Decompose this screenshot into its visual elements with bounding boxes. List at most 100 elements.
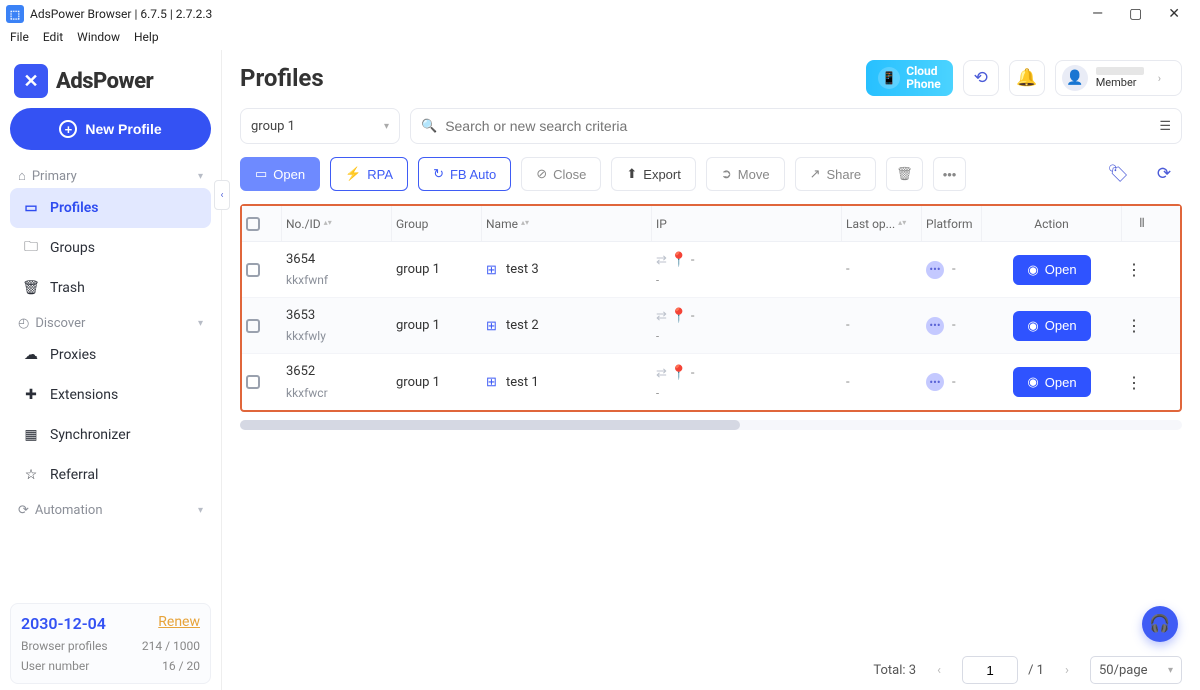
sidebar-item-profiles[interactable]: ▭ Profiles	[10, 188, 211, 228]
section-automation[interactable]: ⟳ Automation ▾	[10, 495, 211, 522]
transfer-icon: ⇄	[656, 366, 667, 381]
menu-window[interactable]: Window	[77, 30, 120, 44]
plus-icon: +	[59, 120, 77, 138]
sidebar-item-extensions[interactable]: ✚ Extensions	[10, 375, 211, 415]
upload-icon: ⬆	[626, 166, 637, 182]
sidebar-item-trash[interactable]: 🗑 Trash	[10, 268, 211, 308]
member-label: Member	[1096, 77, 1144, 89]
transfer-icon: ⇄	[656, 253, 667, 268]
select-all-checkbox[interactable]	[246, 217, 260, 231]
close-icon: ⊘	[536, 166, 547, 182]
play-icon: ◉	[1027, 374, 1038, 390]
row-checkbox[interactable]	[246, 319, 260, 333]
section-primary[interactable]: ⌂ Primary ▾	[10, 160, 211, 188]
sidebar-item-referral[interactable]: ☆ Referral	[10, 455, 211, 495]
home-icon: ⌂	[18, 168, 26, 184]
sidebar-item-proxies[interactable]: ☁ Proxies	[10, 335, 211, 375]
sidebar-item-synchronizer[interactable]: ▦ Synchronizer	[10, 415, 211, 455]
menu-help[interactable]: Help	[134, 30, 159, 44]
delete-button[interactable]: 🗑	[886, 157, 923, 191]
search-icon: 🔍	[421, 119, 437, 134]
refresh-button[interactable]: ⟲	[963, 60, 999, 96]
windows-icon: ⊞	[486, 319, 500, 333]
page-size-select[interactable]: 50/page ▾	[1090, 656, 1182, 684]
sort-icon[interactable]: ▴▾	[521, 220, 529, 226]
group-selected: group 1	[251, 119, 295, 134]
row-more-button[interactable]: ⋮	[1122, 316, 1162, 335]
page-input[interactable]	[962, 656, 1018, 684]
location-icon: 📍	[670, 365, 687, 381]
tag-icon: 🏷	[1107, 164, 1129, 184]
logo-mark-icon: ✕	[14, 64, 48, 98]
horizontal-scrollbar[interactable]	[240, 420, 1182, 430]
platform-icon: •••	[926, 373, 944, 391]
reload-icon: ⟳	[1157, 164, 1171, 184]
search-box[interactable]: 🔍 ☰	[410, 108, 1182, 144]
pagination: Total: 3 ‹ / 1 › 50/page ▾	[240, 646, 1182, 684]
username-placeholder	[1096, 67, 1144, 75]
window-title: AdsPower Browser | 6.7.5 | 2.7.2.3	[30, 7, 212, 21]
row-checkbox[interactable]	[246, 375, 260, 389]
users-label: User number	[21, 659, 89, 673]
close-button[interactable]: ⊘ Close	[521, 157, 601, 191]
new-profile-button[interactable]: + New Profile	[10, 108, 211, 150]
row-open-button[interactable]: ◉Open	[1013, 311, 1090, 341]
row-open-button[interactable]: ◉Open	[1013, 367, 1090, 397]
row-open-button[interactable]: ◉Open	[1013, 255, 1090, 285]
group-select[interactable]: group 1 ▾	[240, 108, 400, 144]
section-discover[interactable]: ◴ Discover ▾	[10, 308, 211, 335]
support-fab[interactable]: 🎧	[1142, 606, 1178, 642]
notifications-button[interactable]: 🔔	[1009, 60, 1045, 96]
bell-icon: 🔔	[1016, 68, 1037, 88]
menu-file[interactable]: File	[10, 30, 29, 44]
automation-icon: ⟳	[18, 503, 29, 518]
fbauto-button[interactable]: ↻ FB Auto	[418, 157, 511, 191]
tag-button[interactable]: 🏷	[1100, 156, 1136, 192]
page-next-button[interactable]: ›	[1054, 657, 1080, 683]
profiles-table: No./ID▴▾ Group Name▴▾ IP Last op...▴▾ Pl…	[240, 204, 1182, 412]
cloudphone-button[interactable]: 📱 Cloud Phone	[866, 60, 952, 96]
compass-icon: ◴	[18, 316, 29, 331]
table-row: 3652kkxfwcr group 1 ⊞test 1 ⇄ 📍 -- - •••…	[242, 354, 1180, 410]
scrollbar-thumb[interactable]	[240, 420, 740, 430]
trash-icon: 🗑	[22, 279, 40, 297]
windows-icon: ⊞	[486, 263, 500, 277]
columns-icon[interactable]: ⦀	[1139, 216, 1144, 231]
page-prev-button[interactable]: ‹	[926, 657, 952, 683]
menu-edit[interactable]: Edit	[43, 30, 63, 44]
renew-link[interactable]: Renew	[158, 614, 200, 630]
sort-icon[interactable]: ▴▾	[898, 220, 906, 226]
chevron-down-icon: ▾	[198, 318, 203, 329]
move-button[interactable]: ➲ Move	[706, 157, 785, 191]
brand-name: AdsPower	[56, 69, 153, 94]
share-button[interactable]: ↗ Share	[795, 157, 877, 191]
location-icon: 📍	[670, 308, 687, 324]
profiles-label: Browser profiles	[21, 639, 108, 653]
rpa-button[interactable]: ⚡ RPA	[330, 157, 408, 191]
row-more-button[interactable]: ⋮	[1122, 260, 1162, 279]
search-settings-icon[interactable]: ☰	[1159, 119, 1171, 134]
browser-icon: ▭	[255, 166, 267, 182]
refresh-icon: ⟲	[974, 68, 988, 88]
window-maximize-icon[interactable]: ▢	[1129, 6, 1142, 22]
window-minimize-icon[interactable]: —	[1092, 6, 1103, 22]
window-close-icon[interactable]: ✕	[1168, 6, 1180, 22]
sidebar-item-groups[interactable]: 🗀 Groups	[10, 228, 211, 268]
row-more-button[interactable]: ⋮	[1122, 373, 1162, 392]
headset-icon: 🎧	[1149, 614, 1170, 634]
page-title: Profiles	[240, 64, 324, 92]
open-button[interactable]: ▭ Open	[240, 157, 320, 191]
titlebar: ⬚ AdsPower Browser | 6.7.5 | 2.7.2.3 — ▢…	[0, 0, 1200, 28]
move-icon: ➲	[721, 166, 732, 182]
table-header: No./ID▴▾ Group Name▴▾ IP Last op...▴▾ Pl…	[242, 206, 1180, 242]
sort-icon[interactable]: ▴▾	[324, 220, 332, 226]
account-menu[interactable]: 👤 Member ›	[1055, 60, 1182, 96]
more-button[interactable]: •••	[933, 157, 967, 191]
reload-button[interactable]: ⟳	[1146, 156, 1182, 192]
play-icon: ◉	[1027, 262, 1038, 278]
dots-icon: •••	[943, 167, 957, 182]
users-value: 16 / 20	[162, 659, 200, 673]
export-button[interactable]: ⬆ Export	[611, 157, 695, 191]
row-checkbox[interactable]	[246, 263, 260, 277]
search-input[interactable]	[445, 118, 1151, 134]
